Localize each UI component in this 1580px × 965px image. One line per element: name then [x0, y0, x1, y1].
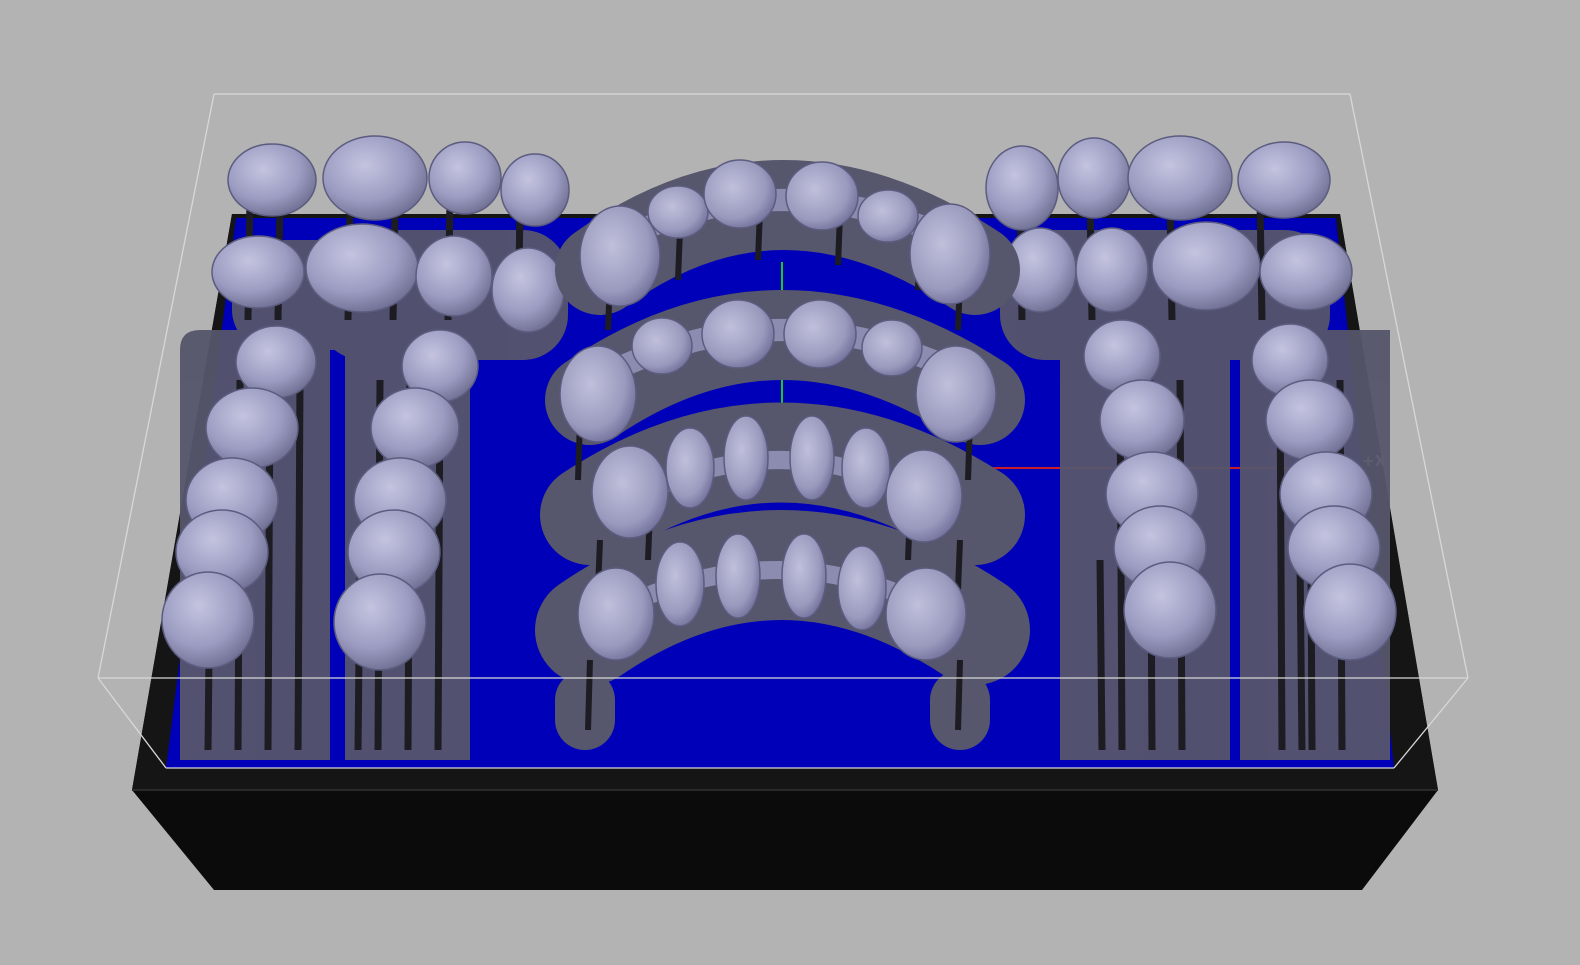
viewport-canvas[interactable]: +Y +X	[0, 0, 1580, 965]
3d-print-viewport[interactable]: +Y +X	[0, 0, 1580, 965]
